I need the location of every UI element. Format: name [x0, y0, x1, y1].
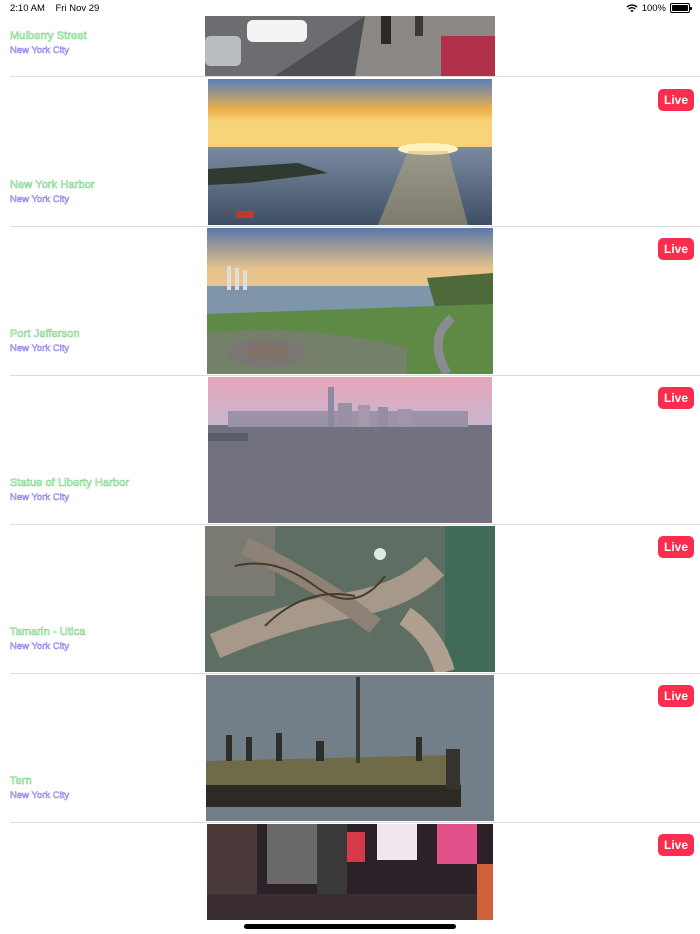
camera-thumbnail[interactable]	[207, 824, 493, 920]
camera-row[interactable]: New York Harbor New York City Live	[0, 78, 700, 227]
camera-row[interactable]: Live	[0, 823, 700, 934]
home-indicator[interactable]	[244, 924, 456, 929]
camera-title: Tamarin - Utica	[10, 626, 86, 639]
camera-thumbnail[interactable]	[206, 675, 494, 821]
live-badge[interactable]: Live	[658, 685, 694, 707]
camera-city: New York City	[10, 641, 70, 653]
wifi-icon	[626, 4, 638, 13]
camera-title: Tern	[10, 775, 32, 788]
camera-thumbnail[interactable]	[205, 526, 495, 672]
status-date: Fri Nov 29	[55, 2, 100, 14]
live-badge[interactable]: Live	[658, 89, 694, 111]
camera-title: Port Jefferson	[10, 328, 80, 341]
status-time: 2:10 AM	[10, 2, 45, 14]
camera-city: New York City	[10, 45, 70, 57]
camera-thumbnail[interactable]	[208, 79, 492, 225]
status-left: 2:10 AM Fri Nov 29	[10, 3, 107, 14]
camera-row[interactable]: Port Jefferson New York City Live	[0, 227, 700, 376]
status-right: 100%	[626, 2, 692, 14]
camera-row[interactable]: Tern New York City Live	[0, 674, 700, 823]
camera-city: New York City	[10, 492, 70, 504]
row-divider	[10, 76, 700, 77]
camera-row[interactable]: Tamarin - Utica New York City Live	[0, 525, 700, 674]
camera-title: New York Harbor	[10, 179, 95, 192]
camera-title: Mulberry Street	[10, 30, 87, 43]
camera-thumbnail[interactable]	[207, 228, 493, 374]
status-bar: 2:10 AM Fri Nov 29 100%	[0, 0, 700, 16]
camera-row[interactable]: Statue of Liberty Harbor New York City L…	[0, 376, 700, 525]
camera-thumbnail[interactable]	[205, 16, 495, 76]
camera-city: New York City	[10, 790, 70, 802]
live-badge[interactable]: Live	[658, 536, 694, 558]
live-badge[interactable]: Live	[658, 387, 694, 409]
camera-title: Statue of Liberty Harbor	[10, 477, 130, 490]
live-badge[interactable]: Live	[658, 238, 694, 260]
battery-percent: 100%	[641, 2, 666, 14]
camera-city: New York City	[10, 194, 70, 206]
battery-icon	[670, 3, 692, 13]
camera-thumbnail[interactable]	[208, 377, 492, 523]
live-badge[interactable]: Live	[658, 834, 694, 856]
camera-city: New York City	[10, 343, 70, 355]
